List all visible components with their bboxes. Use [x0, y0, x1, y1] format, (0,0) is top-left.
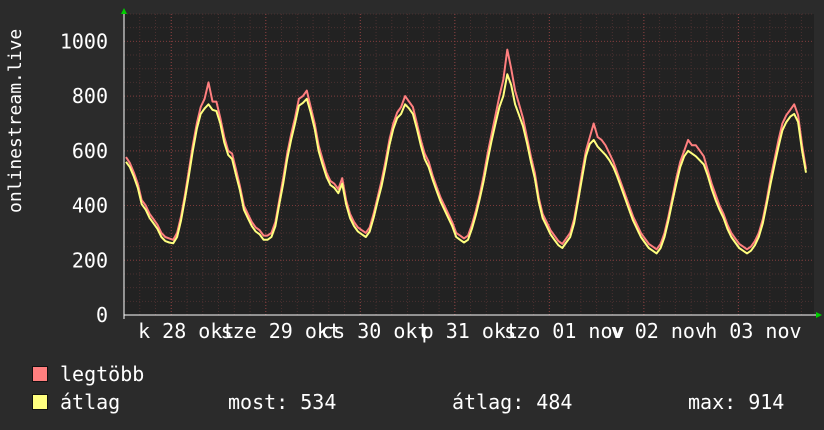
stat-current: most: 534 [228, 390, 337, 414]
legend-swatch-avg [32, 394, 48, 410]
y-tick-label: 600 [72, 139, 108, 163]
y-tick-label: 0 [96, 303, 108, 327]
x-tick-label: cs 30 okt [321, 319, 429, 343]
y-axis-ticks: 0 200 400 600 800 1000 [60, 29, 108, 327]
y-tick-label: 1000 [60, 29, 108, 53]
y-axis-arrow-icon [121, 8, 127, 14]
stat-average: átlag: 484 [452, 390, 573, 414]
stat-maximum: max: 914 [688, 390, 785, 414]
legend-label-avg: átlag [60, 390, 121, 414]
y-tick-label: 200 [72, 248, 108, 272]
legend-label-max: legtöbb [60, 362, 145, 386]
line-chart: 0 200 400 600 800 1000 k 28 oktsze 29 oktcs 3… [60, 8, 822, 343]
y-tick-label: 400 [72, 194, 108, 218]
x-tick-label: v 02 nov [611, 319, 707, 343]
x-tick-label: szo 01 nov [504, 319, 624, 343]
x-tick-label: h 03 nov [705, 319, 801, 343]
y-tick-label: 800 [72, 84, 108, 108]
legend-swatch-max [32, 366, 48, 382]
x-axis-arrow-icon [816, 312, 822, 318]
x-axis-ticks: k 28 oktsze 29 oktcs 30 oktp 31 oktszo 0… [138, 319, 801, 343]
y-axis-label: onlinestream.live [5, 28, 26, 213]
